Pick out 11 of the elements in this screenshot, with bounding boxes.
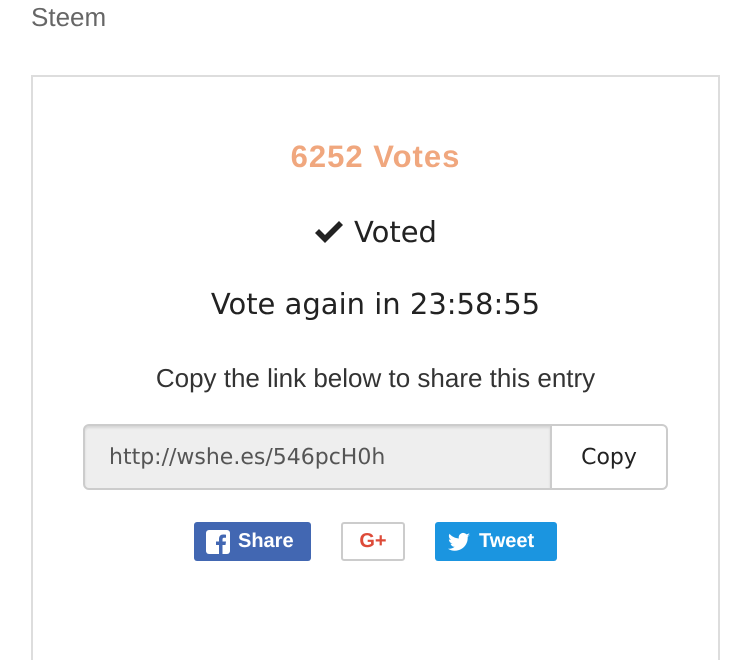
page-title: Steem xyxy=(30,1,108,34)
google-plus-button[interactable]: G+ xyxy=(341,522,405,561)
vote-count: 6252 Votes xyxy=(290,139,460,175)
share-hint: Copy the link below to share this entry xyxy=(156,363,596,394)
facebook-icon xyxy=(206,530,230,554)
link-field[interactable]: http://wshe.es/546pcH0h xyxy=(83,424,552,490)
tweet-button[interactable]: Tweet xyxy=(435,522,557,561)
voted-status: Voted xyxy=(354,215,437,249)
countdown-text: Vote again in 23:58:55 xyxy=(210,287,540,321)
facebook-share-button[interactable]: Share xyxy=(194,522,311,561)
copy-button[interactable]: Copy xyxy=(552,424,668,490)
